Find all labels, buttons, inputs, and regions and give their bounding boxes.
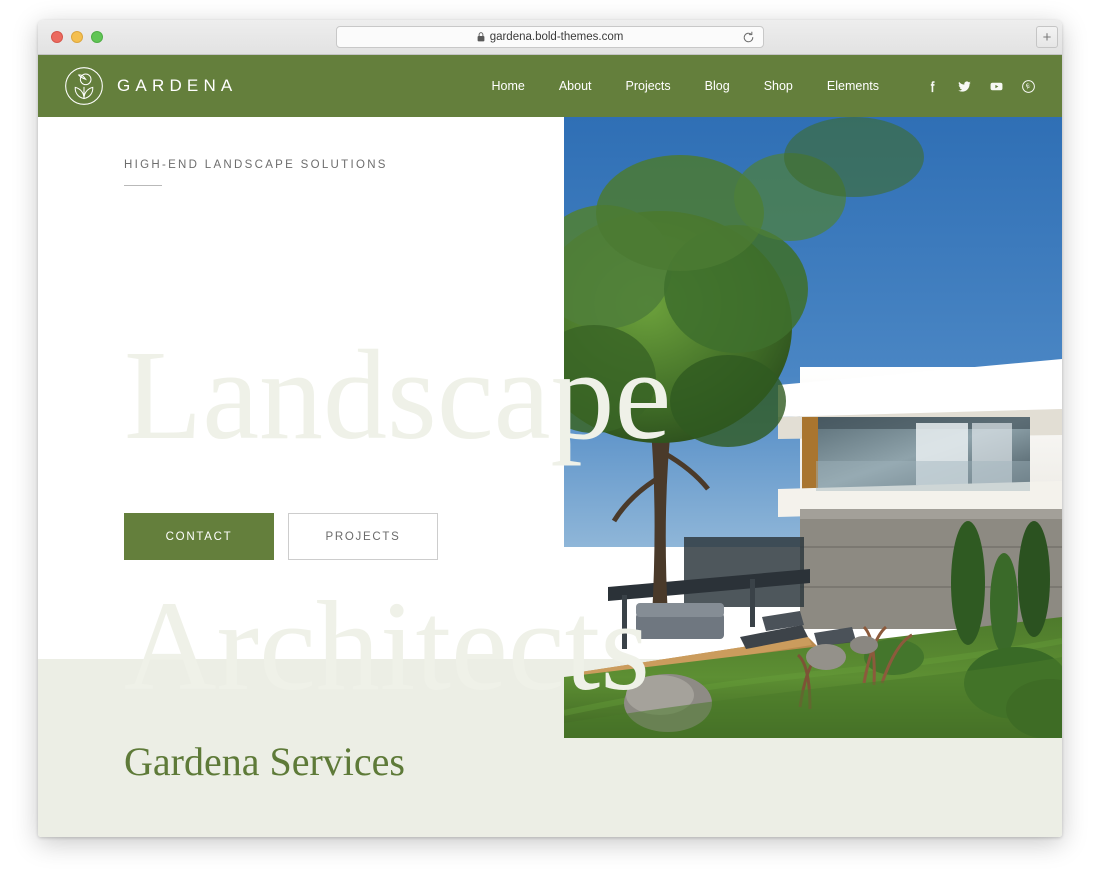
hero-cta-group: CONTACT PROJECTS (124, 513, 438, 560)
hero-section: HIGH-END LANDSCAPE SOLUTIONS Landscape A… (38, 117, 1062, 738)
reload-icon[interactable] (742, 31, 755, 44)
lock-icon (477, 32, 485, 42)
nav-item-projects[interactable]: Projects (626, 79, 671, 93)
nav-item-shop[interactable]: Shop (764, 79, 793, 93)
new-tab-button[interactable]: + (1036, 26, 1058, 48)
pinterest-icon[interactable] (1021, 79, 1036, 94)
address-bar-content: gardena.bold-themes.com (477, 31, 624, 43)
youtube-icon[interactable] (989, 79, 1004, 94)
twitter-icon[interactable] (957, 79, 972, 94)
hero-eyebrow-rule (124, 185, 162, 186)
services-heading: Gardena Services (124, 739, 405, 784)
social-links (925, 79, 1036, 94)
close-window-button[interactable] (51, 31, 63, 43)
contact-button[interactable]: CONTACT (124, 513, 274, 560)
nav-item-about[interactable]: About (559, 79, 592, 93)
browser-window: gardena.bold-themes.com + GARDENA Home A… (38, 20, 1062, 837)
site-header: GARDENA Home About Projects Blog Shop El… (38, 55, 1062, 117)
projects-button[interactable]: PROJECTS (288, 513, 438, 560)
address-bar-url: gardena.bold-themes.com (489, 31, 624, 43)
address-bar[interactable]: gardena.bold-themes.com (336, 26, 764, 48)
site-logo[interactable]: GARDENA (64, 66, 237, 106)
minimize-window-button[interactable] (71, 31, 83, 43)
zoom-window-button[interactable] (91, 31, 103, 43)
site-logo-text: GARDENA (117, 76, 238, 95)
facebook-icon[interactable] (925, 79, 940, 94)
window-controls (51, 31, 103, 43)
main-navigation: Home About Projects Blog Shop Elements (491, 79, 1036, 94)
new-tab-label: + (1042, 28, 1052, 46)
hero-image-illustration (564, 117, 1062, 738)
page-viewport: GARDENA Home About Projects Blog Shop El… (38, 55, 1062, 837)
gardena-circular-leaf-logo-icon (65, 67, 103, 105)
browser-titlebar: gardena.bold-themes.com + (38, 20, 1062, 55)
nav-item-elements[interactable]: Elements (827, 79, 879, 93)
nav-item-home[interactable]: Home (491, 79, 524, 93)
hero-image (564, 117, 1062, 738)
nav-item-blog[interactable]: Blog (705, 79, 730, 93)
